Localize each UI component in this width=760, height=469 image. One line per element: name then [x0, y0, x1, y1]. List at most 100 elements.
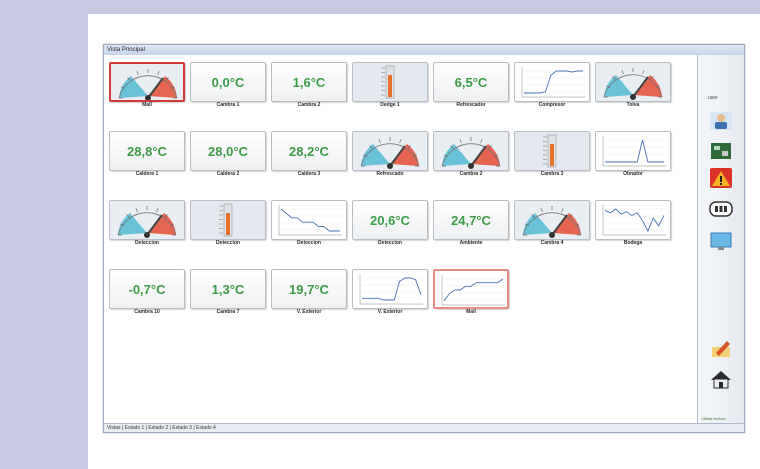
sensor-tile[interactable]: Deteccion [190, 200, 266, 248]
tile-label: Cambra 2 [297, 102, 321, 108]
trend-widget[interactable] [514, 62, 590, 102]
temperature-readout[interactable]: 0,0°C [190, 62, 266, 102]
sensor-tile[interactable]: Mall [109, 62, 185, 110]
edit-icon [712, 341, 730, 357]
sensor-tile[interactable]: Cambra 3 [514, 131, 590, 179]
temperature-readout[interactable]: 19,7°C [271, 269, 347, 309]
sensor-tile[interactable]: Cambra 4 [514, 200, 590, 248]
tile-label: V. Exterior [296, 309, 322, 315]
gauge-widget[interactable] [514, 200, 590, 240]
edit-button[interactable] [708, 337, 734, 359]
trend-widget[interactable] [433, 269, 509, 309]
sensor-tile[interactable]: Cambra 2 [433, 131, 509, 179]
temperature-readout[interactable]: 28,8°C [109, 131, 185, 171]
trend-widget[interactable] [595, 200, 671, 240]
temperature-value: 1,6°C [292, 74, 326, 90]
monitoring-window: Vista Principal Mall 0,0°C Cambra 1 1,6°C Ca… [103, 44, 745, 433]
thermo-widget[interactable] [352, 62, 428, 102]
window-title: Vista Principal [104, 45, 744, 55]
sensor-tile[interactable]: Obrador [595, 131, 671, 179]
tile-label: Caldera 1 [135, 171, 159, 177]
temperature-readout[interactable]: 6,5°C [433, 62, 509, 102]
sensor-tile[interactable]: 6,5°C Refrescador [433, 62, 509, 110]
tile-label: Mall [142, 102, 152, 108]
user-button[interactable] [708, 110, 734, 132]
thermo-widget[interactable] [514, 131, 590, 171]
toolbar-bottom-label: Ultima lectura [701, 416, 726, 421]
warning-icon [710, 168, 732, 188]
toolbar-top-label: user [708, 95, 718, 101]
sensor-tile[interactable]: 20,6°C Deteccion [352, 200, 428, 248]
tile-label: Obrador [623, 171, 643, 177]
tile-label: Cambra 10 [134, 309, 160, 315]
tile-label: Tolva [626, 102, 640, 108]
temperature-readout[interactable]: 24,7°C [433, 200, 509, 240]
tile-label: Compresor [538, 102, 566, 108]
sensor-tile[interactable]: Dedge 1 [352, 62, 428, 110]
tile-label: Refrescado [376, 171, 404, 177]
sensor-tile[interactable]: Bodega [595, 200, 671, 248]
temperature-readout[interactable]: 28,2°C [271, 131, 347, 171]
page-left-band [0, 0, 88, 469]
user-icon [710, 112, 732, 130]
tile-label: Cambra 1 [216, 102, 240, 108]
page-top-band [0, 0, 760, 14]
tile-label: Cambra 4 [540, 240, 564, 246]
circuit-board-button[interactable] [708, 140, 734, 162]
temperature-readout[interactable]: 1,3°C [190, 269, 266, 309]
sensor-tile[interactable]: Deteccion [271, 200, 347, 248]
sensor-tile[interactable]: 28,0°C Caldera 2 [190, 131, 266, 179]
gauge-widget[interactable] [109, 200, 185, 240]
trend-widget[interactable] [271, 200, 347, 240]
tile-label: Cambra 3 [540, 171, 564, 177]
sensor-tile[interactable]: V. Exterior [352, 269, 428, 317]
sensor-tile[interactable]: 1,6°C Cambra 2 [271, 62, 347, 110]
sensor-tile[interactable]: Tolva [595, 62, 671, 110]
right-toolbar: user Ultima lectura [697, 55, 744, 423]
temperature-value: 19,7°C [289, 281, 329, 297]
sensor-tile[interactable]: Deteccion [109, 200, 185, 248]
tile-label: Refrescador [456, 102, 486, 108]
tile-label: Dedge 1 [380, 102, 400, 108]
temperature-value: 28,8°C [127, 143, 167, 159]
temperature-value: 1,3°C [211, 281, 245, 297]
tile-label: V. Exterior [377, 309, 403, 315]
tile-label: Ambiente [459, 240, 483, 246]
temperature-value: 0,0°C [211, 74, 245, 90]
gauge-widget[interactable] [352, 131, 428, 171]
tile-label: Bodega [623, 240, 643, 246]
temperature-readout[interactable]: 1,6°C [271, 62, 347, 102]
temperature-readout[interactable]: 28,0°C [190, 131, 266, 171]
temperature-value: -0,7°C [128, 281, 166, 297]
battery-button[interactable] [708, 198, 734, 220]
sensor-tile[interactable]: 24,7°C Ambiente [433, 200, 509, 248]
trend-widget[interactable] [352, 269, 428, 309]
warning-button[interactable] [708, 167, 734, 189]
sensor-tile[interactable]: Mall [433, 269, 509, 317]
temperature-readout[interactable]: -0,7°C [109, 269, 185, 309]
tile-label: Deteccion [297, 240, 321, 246]
circuit-board-icon [711, 143, 731, 159]
tile-label: Caldera 2 [216, 171, 240, 177]
temperature-readout[interactable]: 20,6°C [352, 200, 428, 240]
gauge-widget[interactable] [109, 62, 185, 102]
gauge-widget[interactable] [433, 131, 509, 171]
monitor-icon [710, 232, 732, 250]
sensor-tile[interactable]: 1,3°C Cambra 7 [190, 269, 266, 317]
sensor-tile[interactable]: 28,8°C Caldera 1 [109, 131, 185, 179]
home-button[interactable] [708, 368, 734, 390]
thermo-widget[interactable] [190, 200, 266, 240]
battery-icon [709, 201, 733, 217]
monitor-button[interactable] [708, 230, 734, 252]
tile-label: Mall [466, 309, 476, 315]
tile-label: Cambra 2 [459, 171, 483, 177]
gauge-widget[interactable] [595, 62, 671, 102]
home-icon [711, 371, 731, 389]
sensor-tile[interactable]: 0,0°C Cambra 1 [190, 62, 266, 110]
sensor-tile[interactable]: 28,2°C Caldera 3 [271, 131, 347, 179]
sensor-tile[interactable]: -0,7°C Cambra 10 [109, 269, 185, 317]
sensor-tile[interactable]: Refrescado [352, 131, 428, 179]
trend-widget[interactable] [595, 131, 671, 171]
sensor-tile[interactable]: Compresor [514, 62, 590, 110]
sensor-tile[interactable]: 19,7°C V. Exterior [271, 269, 347, 317]
